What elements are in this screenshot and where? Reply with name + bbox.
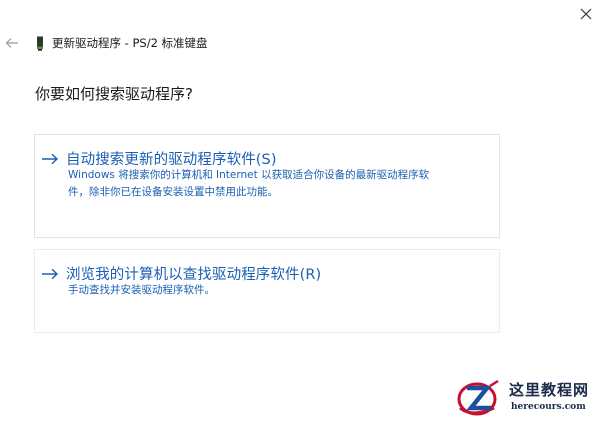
watermark-url: herecours.com — [511, 402, 586, 412]
window-title-bar: 更新驱动程序 - PS/2 标准键盘 — [34, 34, 208, 52]
watermark: 这里教程网 herecours.com — [452, 376, 598, 420]
window-title: 更新驱动程序 - PS/2 标准键盘 — [52, 36, 208, 50]
option-description: 手动查找并安装驱动程序软件。 — [68, 282, 488, 299]
option-description-line: Windows 将搜索你的计算机和 Internet 以获取适合你设备的最新驱动… — [68, 169, 430, 181]
close-icon — [580, 8, 592, 20]
page-question-heading: 你要如何搜索驱动程序? — [35, 85, 193, 103]
option-header: 浏览我的计算机以查找驱动程序软件(R) — [41, 263, 321, 284]
right-arrow-icon — [41, 152, 61, 166]
option-description-line: 手动查找并安装驱动程序软件。 — [68, 284, 215, 296]
watermark-name: 这里教程网 — [509, 381, 590, 399]
auto-search-option[interactable]: 自动搜索更新的驱动程序软件(S) Windows 将搜索你的计算机和 Inter… — [34, 134, 500, 238]
option-description-line: 件，除非你已在设备安装设置中禁用此功能。 — [68, 186, 278, 198]
option-header: 自动搜索更新的驱动程序软件(S) — [41, 148, 277, 169]
close-button[interactable] — [574, 2, 598, 26]
right-arrow-icon — [41, 267, 61, 281]
watermark-logo-icon — [457, 379, 499, 416]
option-description: Windows 将搜索你的计算机和 Internet 以获取适合你设备的最新驱动… — [68, 167, 488, 201]
keyboard-device-icon — [34, 35, 46, 51]
browse-computer-option[interactable]: 浏览我的计算机以查找驱动程序软件(R) 手动查找并安装驱动程序软件。 — [34, 249, 500, 333]
back-button[interactable] — [2, 33, 22, 53]
back-arrow-icon — [5, 38, 18, 48]
option-title: 自动搜索更新的驱动程序软件(S) — [66, 152, 277, 168]
option-title: 浏览我的计算机以查找驱动程序软件(R) — [66, 267, 322, 283]
